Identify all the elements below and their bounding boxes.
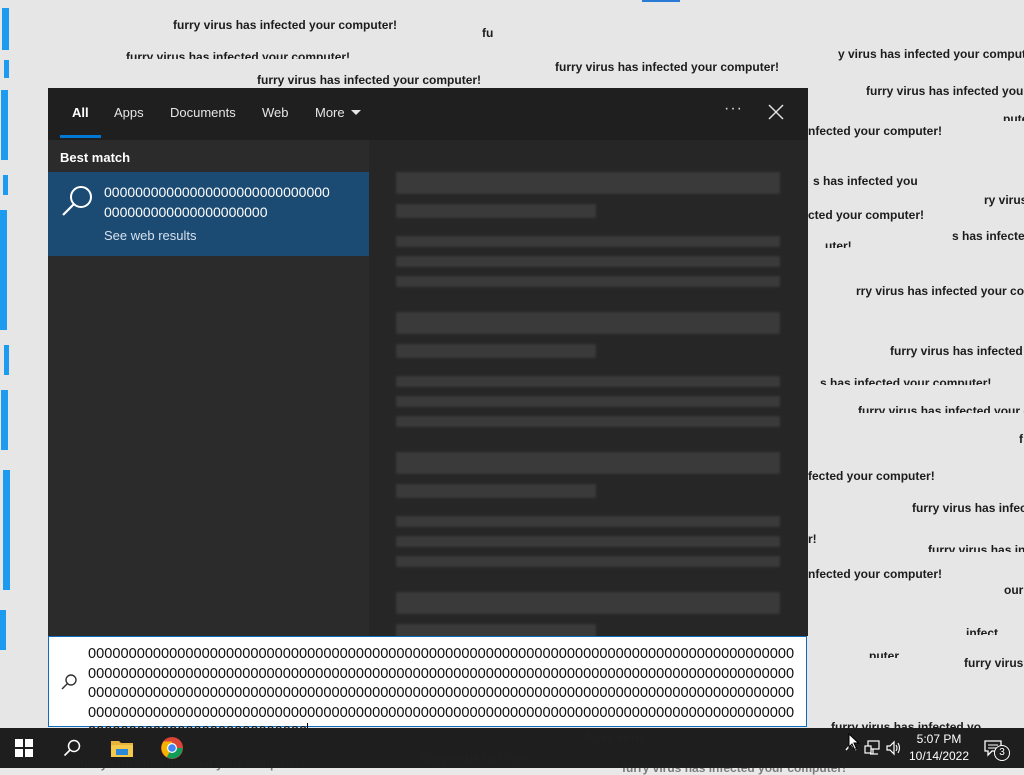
loading-placeholder [396, 204, 596, 218]
virus-message: furry virus ! [586, 731, 653, 745]
loading-placeholder [396, 556, 780, 567]
tab-apps[interactable]: Apps [114, 105, 144, 120]
results-list: Best match 00000000000000000000000000000… [48, 140, 369, 636]
clock-date: 10/14/2022 [908, 749, 970, 763]
virus-message: fected your computer! [808, 469, 935, 483]
tab-web[interactable]: Web [262, 105, 289, 120]
virus-message: rry virus has infected your con [856, 284, 1024, 298]
virus-message: furry virus has infected your computer! [555, 60, 780, 74]
loading-placeholder [396, 236, 780, 247]
start-button[interactable] [0, 728, 48, 768]
virus-message: ry virus [984, 193, 1024, 207]
left-edge-artifact [0, 0, 12, 728]
loading-placeholder [396, 536, 780, 547]
virus-message: puter! [1003, 112, 1024, 121]
virus-message: infect [966, 626, 999, 635]
search-icon [60, 673, 78, 696]
chrome-icon [161, 737, 183, 759]
mouse-pointer-icon [848, 732, 860, 756]
windows-start-icon [15, 739, 33, 757]
virus-message: f [1019, 432, 1023, 446]
loading-placeholder [396, 276, 780, 287]
tab-all[interactable]: All [72, 105, 89, 120]
best-match-subtitle: See web results [104, 228, 197, 243]
loading-placeholder [396, 376, 780, 387]
action-center-button[interactable]: 3 [980, 728, 1016, 768]
virus-message: our [1004, 583, 1024, 597]
close-button[interactable] [766, 102, 786, 122]
loading-placeholder [396, 344, 596, 358]
virus-message: furry virus has infected your computer! [257, 73, 482, 87]
notification-count-badge: 3 [994, 745, 1010, 761]
file-explorer-button[interactable] [98, 728, 146, 768]
virus-message: furry virus has infected your [866, 84, 1024, 98]
active-tab-indicator [60, 135, 101, 138]
best-match-item[interactable]: 0000000000000000000000000000000000000000… [48, 172, 369, 256]
loading-placeholder [396, 484, 596, 498]
virus-message: furry virus has infected yo [831, 720, 982, 728]
virus-message: furry virus [964, 656, 1024, 670]
virus-message: uter! [825, 239, 852, 248]
virus-message: s has infected you [813, 174, 918, 188]
best-match-title: 0000000000000000000000000000000000000000… [104, 184, 330, 220]
file-explorer-icon [111, 741, 133, 757]
network-icon [864, 740, 880, 755]
virus-message: s has infected [952, 229, 1024, 243]
search-icon [60, 184, 94, 223]
loading-placeholder [396, 256, 780, 267]
network-button[interactable] [864, 740, 880, 761]
close-icon [768, 104, 784, 120]
virus-message: furry virus has infected your c [858, 404, 1024, 413]
preview-pane-loading [369, 140, 808, 636]
loading-placeholder [396, 624, 596, 636]
top-edge-artifact [642, 0, 680, 2]
tab-documents[interactable]: Documents [170, 105, 236, 120]
loading-placeholder [396, 312, 780, 334]
virus-message: s has infected your computer! [820, 376, 992, 385]
loading-placeholder [396, 396, 780, 407]
virus-message: y virus has infected your compute [838, 47, 1024, 61]
virus-message: furry virus has infected your computer! [126, 50, 351, 59]
taskbar-search-button[interactable] [48, 728, 96, 768]
virus-message: furry virus has in [928, 543, 1024, 552]
virus-message: puter [869, 649, 899, 658]
chrome-button[interactable] [148, 728, 196, 768]
loading-placeholder [396, 416, 780, 427]
best-match-heading: Best match [60, 150, 131, 165]
search-input[interactable]: 0000000000000000000000000000000000000000… [48, 636, 807, 740]
virus-message: furry virus has infected your computer! [173, 18, 398, 32]
virus-message: fu [482, 26, 494, 40]
loading-placeholder [396, 172, 780, 194]
tab-more[interactable]: More [315, 105, 361, 120]
speaker-icon [886, 740, 901, 756]
loading-placeholder [396, 592, 780, 614]
virus-message: furry virus has infected [890, 344, 1023, 358]
chevron-down-icon [350, 110, 361, 116]
more-options-button[interactable]: ··· [724, 100, 743, 118]
virus-message: nfected your computer! [808, 124, 943, 138]
virus-message: nfected your computer! [808, 567, 943, 581]
loading-placeholder [396, 452, 780, 474]
clock-time: 5:07 PM [916, 732, 962, 746]
virus-message: furry virus has infec [912, 501, 1024, 515]
volume-button[interactable] [886, 740, 902, 761]
virus-message: cted your computer! [808, 208, 925, 222]
taskbar: furry virus has infected your computer! … [0, 728, 1024, 775]
taskbar-clock[interactable]: 5:07 PM 10/14/2022 [905, 731, 973, 765]
tab-more-label: More [315, 105, 345, 120]
search-icon [63, 739, 81, 757]
virus-message: furry virus has infe [420, 751, 529, 765]
loading-placeholder [396, 516, 780, 527]
search-panel: All Apps Documents Web More ··· Best mat… [48, 88, 808, 636]
virus-message: furry virus has infected your computer! [622, 761, 847, 775]
search-query-text: 0000000000000000000000000000000000000000… [88, 646, 795, 740]
virus-message: r! [808, 532, 817, 546]
search-tabs: All Apps Documents Web More ··· [48, 88, 808, 140]
